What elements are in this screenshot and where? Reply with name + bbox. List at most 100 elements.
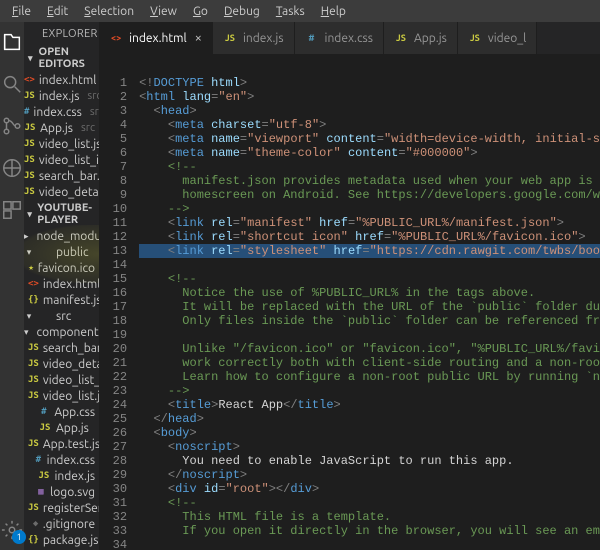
debug-icon[interactable] bbox=[0, 156, 24, 180]
project-header[interactable]: ▾ YOUTUBE-PLAYER bbox=[24, 200, 99, 228]
code-line[interactable]: <title>React App</title> bbox=[139, 398, 600, 412]
explorer-icon[interactable] bbox=[0, 30, 24, 54]
code-line[interactable]: Only files inside the `public` folder ca… bbox=[139, 314, 600, 328]
menu-go[interactable]: Go bbox=[185, 3, 216, 20]
js-file-icon: JS bbox=[28, 341, 39, 355]
gear-badge: 1 bbox=[12, 530, 26, 544]
code-line[interactable]: --> bbox=[139, 202, 600, 216]
tab-App-js[interactable]: JSApp.js bbox=[384, 22, 458, 54]
twistie-icon: ▾ bbox=[24, 327, 29, 338]
code-line[interactable]: <html lang="en"> bbox=[139, 90, 600, 104]
file-item[interactable]: ▦logo.svg bbox=[24, 484, 99, 500]
code-line[interactable]: <noscript> bbox=[139, 440, 600, 454]
code-line[interactable]: </noscript> bbox=[139, 468, 600, 482]
code-line[interactable]: homescreen on Android. See https://devel… bbox=[139, 188, 600, 202]
folder-item[interactable]: ▾src bbox=[24, 308, 99, 324]
folder-item[interactable]: ▾components bbox=[24, 324, 99, 340]
folder-item[interactable]: ▾public bbox=[24, 244, 99, 260]
file-item[interactable]: JSApp.js bbox=[24, 420, 99, 436]
close-icon[interactable]: × bbox=[195, 31, 202, 45]
open-editor-item[interactable]: JSvideo_list.jssrc\components bbox=[24, 136, 99, 152]
open-editor-item[interactable]: JSApp.jssrc bbox=[24, 120, 99, 136]
file-item[interactable]: JSvideo_list.js bbox=[24, 388, 99, 404]
code-line[interactable]: </head> bbox=[139, 412, 600, 426]
menu-debug[interactable]: Debug bbox=[216, 3, 268, 20]
file-item[interactable]: {}manifest.json bbox=[24, 292, 99, 308]
file-item[interactable]: JSvideo_list_item.js bbox=[24, 372, 99, 388]
code-line[interactable]: Notice the use of %PUBLIC_URL% in the ta… bbox=[139, 286, 600, 300]
menu-selection[interactable]: Selection bbox=[76, 3, 142, 20]
code-line[interactable]: <!-- bbox=[139, 160, 600, 174]
code-line[interactable] bbox=[139, 328, 600, 342]
code-line[interactable]: <!DOCTYPE html> bbox=[139, 76, 600, 90]
file-item[interactable]: JSvideo_detail.js bbox=[24, 356, 99, 372]
js-file-icon: JS bbox=[38, 421, 52, 435]
code-line[interactable]: <meta name="theme-color" content="#00000… bbox=[139, 146, 600, 160]
open-editor-item[interactable]: JSvideo_list_item.jssrc\components bbox=[24, 152, 99, 168]
code-line[interactable]: <div id="root"></div> bbox=[139, 482, 600, 496]
code-line[interactable]: <head> bbox=[139, 104, 600, 118]
code-line[interactable]: <meta charset="utf-8"> bbox=[139, 118, 600, 132]
code-line[interactable]: You need to enable JavaScript to run thi… bbox=[139, 454, 600, 468]
file-item[interactable]: #App.css bbox=[24, 404, 99, 420]
code-line[interactable]: <!-- bbox=[139, 496, 600, 510]
twistie-icon: ▾ bbox=[24, 247, 34, 258]
open-editor-item[interactable]: <>index.htmlpublic bbox=[24, 72, 99, 88]
menu-help[interactable]: Help bbox=[313, 3, 354, 20]
file-item[interactable]: ★favicon.ico bbox=[24, 260, 99, 276]
html-file-icon: <> bbox=[24, 73, 35, 87]
twistie-icon: ▸ bbox=[24, 231, 29, 242]
code-line[interactable]: If you open it directly in the browser, … bbox=[139, 524, 600, 538]
code-line[interactable]: work correctly both with client-side rou… bbox=[139, 356, 600, 370]
code-content[interactable]: <!DOCTYPE html><html lang="en"> <head> <… bbox=[135, 74, 600, 550]
code-line[interactable]: --> bbox=[139, 384, 600, 398]
file-item[interactable]: <>index.html bbox=[24, 276, 99, 292]
code-line[interactable]: <meta name="viewport" content="width=dev… bbox=[139, 132, 600, 146]
code-line[interactable]: <link rel="manifest" href="%PUBLIC_URL%/… bbox=[139, 216, 600, 230]
source-control-icon[interactable] bbox=[0, 114, 24, 138]
open-editor-item[interactable]: JSindex.jssrc bbox=[24, 88, 99, 104]
menu-file[interactable]: File bbox=[4, 3, 39, 20]
file-item[interactable]: ◆.gitignore bbox=[24, 516, 99, 532]
open-editor-item[interactable]: JSvideo_detail.jssrc\components bbox=[24, 184, 99, 200]
tab-index-html[interactable]: <>index.html× bbox=[99, 22, 213, 54]
menu-tasks[interactable]: Tasks bbox=[268, 3, 313, 20]
file-item[interactable]: JSApp.test.js bbox=[24, 436, 99, 452]
tab-index-css[interactable]: #index.css bbox=[295, 22, 384, 54]
gear-icon[interactable]: 1 bbox=[0, 518, 24, 542]
file-item[interactable]: JSregisterServiceWorker.js bbox=[24, 500, 99, 516]
file-item[interactable]: JSsearch_bar.js bbox=[24, 340, 99, 356]
code-line[interactable]: It will be replaced with the URL of the … bbox=[139, 300, 600, 314]
code-line[interactable]: Learn how to configure a non-root public… bbox=[139, 370, 600, 384]
open-editors-header[interactable]: ▾ OPEN EDITORS bbox=[24, 44, 99, 72]
chevron-down-icon: ▾ bbox=[26, 209, 33, 220]
file-item[interactable]: #index.css bbox=[24, 452, 99, 468]
folder-item[interactable]: ▸node_modules bbox=[24, 228, 99, 244]
search-icon[interactable] bbox=[0, 72, 24, 96]
tab-video_l[interactable]: JSvideo_l bbox=[458, 22, 537, 54]
file-item[interactable]: {}package.json bbox=[24, 532, 99, 548]
code-line[interactable]: <link rel="stylesheet" href="https://cdn… bbox=[139, 244, 600, 258]
twistie-icon: ▾ bbox=[24, 311, 34, 322]
code-line[interactable]: Unlike "/favicon.ico" or "favicon.ico", … bbox=[139, 342, 600, 356]
code-line[interactable]: <body> bbox=[139, 426, 600, 440]
code-area[interactable]: 1234567891011121314151617181920212223242… bbox=[99, 74, 600, 550]
file-name: package.json bbox=[43, 534, 99, 547]
extensions-icon[interactable] bbox=[0, 198, 24, 222]
menu-view[interactable]: View bbox=[142, 3, 185, 20]
file-name: favicon.ico bbox=[38, 262, 95, 275]
code-line[interactable]: <!-- bbox=[139, 272, 600, 286]
file-name: video_list.js bbox=[39, 138, 99, 151]
file-item[interactable]: JSindex.js bbox=[24, 468, 99, 484]
tab-index-js[interactable]: JSindex.js bbox=[213, 22, 295, 54]
menu-edit[interactable]: Edit bbox=[39, 3, 76, 20]
code-line[interactable] bbox=[139, 258, 600, 272]
code-line[interactable]: This HTML file is a template. bbox=[139, 510, 600, 524]
code-line[interactable]: manifest.json provides metadata used whe… bbox=[139, 174, 600, 188]
chevron-down-icon: ▾ bbox=[26, 53, 35, 64]
fold-file-icon bbox=[38, 245, 52, 259]
open-editor-item[interactable]: #index.csssrc bbox=[24, 104, 99, 120]
code-line[interactable]: <link rel="shortcut icon" href="%PUBLIC_… bbox=[139, 230, 600, 244]
open-editor-item[interactable]: JSsearch_bar.jssrc\components bbox=[24, 168, 99, 184]
code-line[interactable] bbox=[139, 538, 600, 550]
